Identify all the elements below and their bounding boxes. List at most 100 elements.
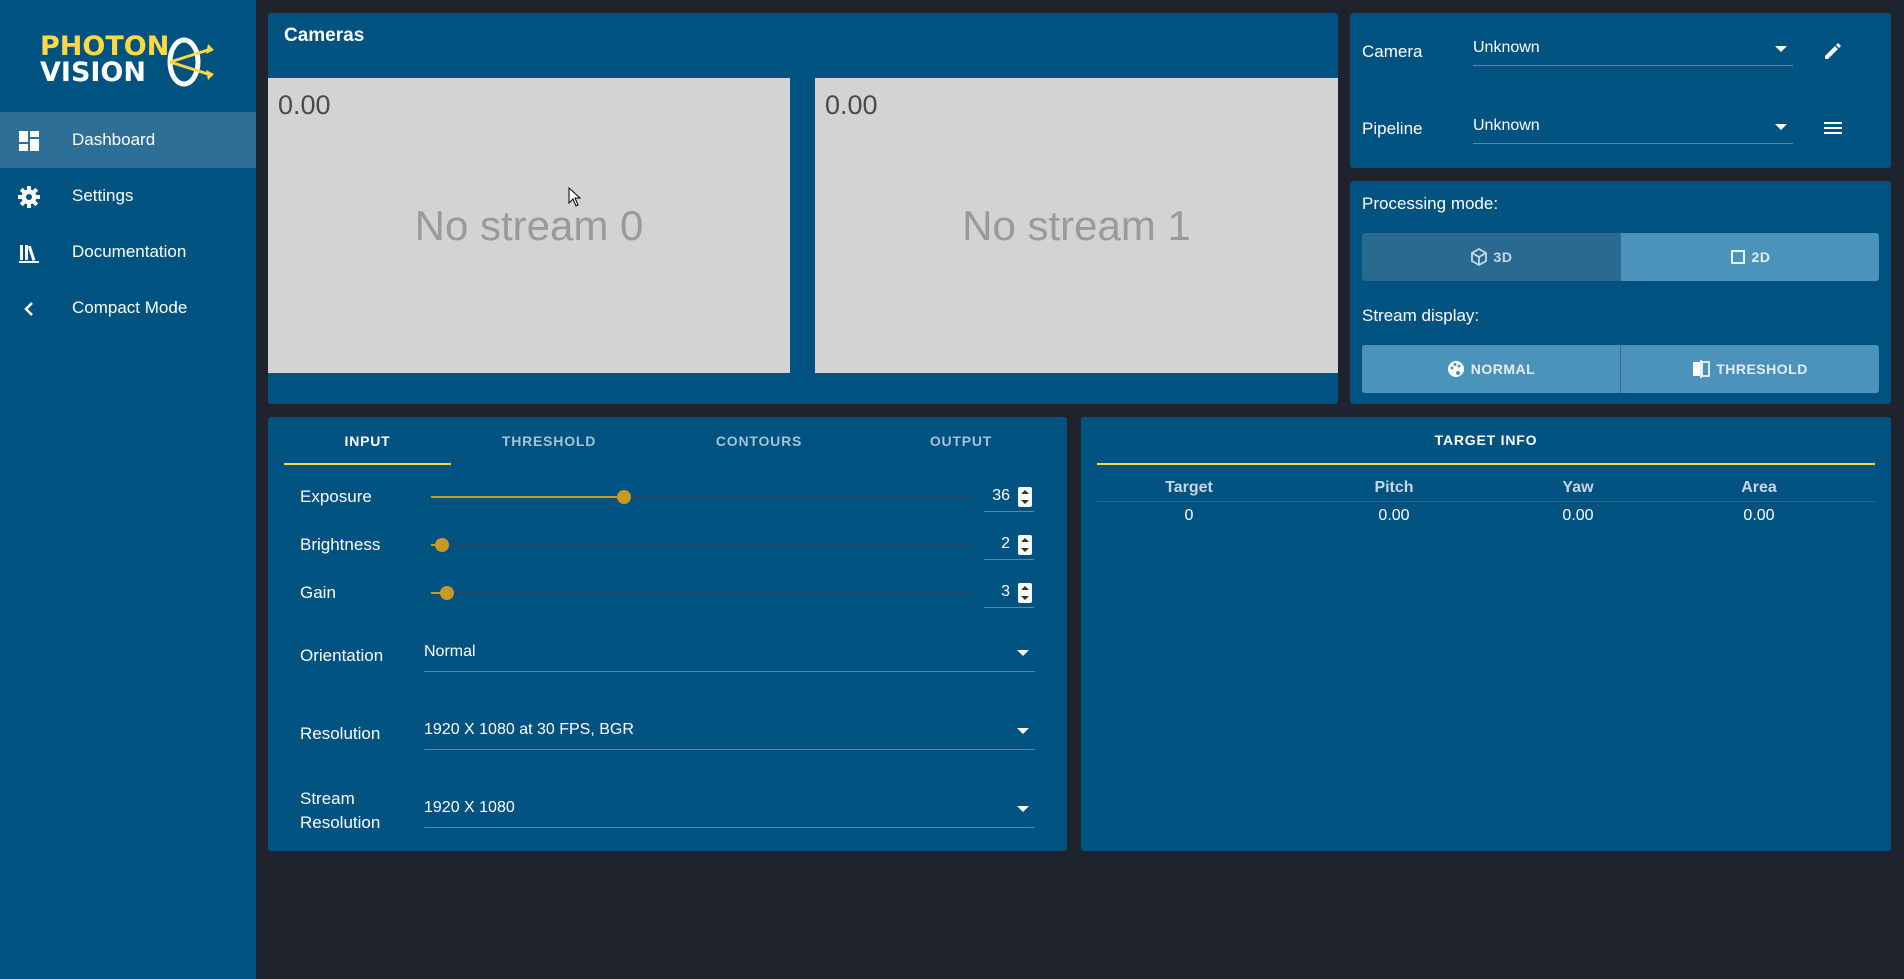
- area-cell: 0.00: [1743, 507, 1775, 524]
- sidebar-item-settings[interactable]: Settings: [0, 168, 256, 224]
- exposure-slider-thumb[interactable]: [617, 490, 632, 504]
- gain-slider-thumb[interactable]: [440, 586, 455, 600]
- sidebar-item-label: Documentation: [72, 242, 187, 261]
- tab-label: INPUT: [344, 433, 391, 449]
- sidebar-item-documentation[interactable]: Documentation: [0, 224, 256, 280]
- yaw-header: Yaw: [1562, 479, 1594, 496]
- sidebar-item-label: Settings: [72, 186, 134, 205]
- stream-resolution-label-line1: Stream: [300, 789, 355, 808]
- pipeline-label: Pipeline: [1362, 119, 1423, 138]
- cameras-panel: Cameras 0.00 No stream 0 0.00 No stream …: [268, 13, 1338, 404]
- camera-select-value: Unknown: [1473, 39, 1540, 56]
- chevron-left-icon: [24, 302, 33, 316]
- exposure-slider[interactable]: [431, 490, 968, 504]
- chevron-down-icon: [1775, 124, 1787, 130]
- stepper-icon[interactable]: [1018, 487, 1032, 507]
- table-header-divider: [1097, 501, 1875, 502]
- sidebar-item-compact-mode[interactable]: Compact Mode: [0, 280, 256, 336]
- stream-resolution-label-line2: Resolution: [300, 813, 381, 832]
- processing-mode-toggle: 3D 2D: [1362, 233, 1879, 281]
- camera-stream-1[interactable]: 0.00 No stream 1: [815, 78, 1338, 373]
- cube-icon: [1470, 248, 1487, 266]
- chevron-down-icon: [1017, 650, 1029, 656]
- logo-text-vision: VISION: [40, 57, 146, 88]
- mode-panel: Processing mode: 3D 2D Stream display: N…: [1350, 181, 1891, 404]
- sidebar: PHOTON VISION Dashboard Settings Documen…: [0, 0, 256, 979]
- area-header: Area: [1741, 479, 1777, 496]
- logo-text-photon: PHOTON: [40, 31, 170, 62]
- menu-icon[interactable]: [1824, 120, 1842, 136]
- tab-input[interactable]: INPUT: [284, 417, 451, 465]
- resolution-label: Resolution: [300, 724, 381, 743]
- active-tab-indicator: [284, 463, 451, 465]
- tab-label: OUTPUT: [929, 433, 993, 449]
- chevron-down-icon: [1775, 46, 1787, 52]
- stepper-icon[interactable]: [1018, 535, 1032, 555]
- stream-fps: 0.00: [278, 90, 331, 120]
- logo-target-icon: [167, 37, 214, 87]
- processing-3d-button[interactable]: 3D: [1362, 233, 1621, 281]
- gain-value: 3: [1001, 583, 1010, 600]
- stream-placeholder: No stream 0: [414, 202, 644, 249]
- pitch-cell: 0.00: [1378, 507, 1410, 524]
- stream-fps: 0.00: [825, 90, 878, 120]
- brightness-input[interactable]: 2: [984, 535, 1034, 560]
- exposure-label: Exposure: [300, 487, 372, 506]
- stream-resolution-select[interactable]: 1920 X 1080: [424, 799, 1035, 828]
- brightness-slider-thumb[interactable]: [434, 538, 449, 552]
- target-info-tab-indicator: [1097, 463, 1875, 465]
- pitch-header: Pitch: [1374, 479, 1414, 496]
- brightness-label: Brightness: [300, 535, 381, 554]
- pipeline-select-value: Unknown: [1473, 117, 1540, 134]
- orientation-value: Normal: [424, 643, 476, 660]
- yaw-cell: 0.00: [1562, 507, 1594, 524]
- stream-threshold-button[interactable]: THRESHOLD: [1621, 345, 1879, 393]
- tab-label: CONTOURS: [715, 433, 803, 449]
- brightness-slider[interactable]: [431, 538, 968, 552]
- processing-2d-button[interactable]: 2D: [1621, 233, 1879, 281]
- tab-label: THRESHOLD: [501, 433, 597, 449]
- pipeline-select[interactable]: Unknown: [1473, 117, 1793, 144]
- camera-label: Camera: [1362, 42, 1423, 61]
- stream-normal-button[interactable]: NORMAL: [1362, 345, 1621, 393]
- sidebar-item-dashboard[interactable]: Dashboard: [0, 112, 256, 168]
- exposure-slider-fill: [431, 496, 625, 498]
- gain-label: Gain: [300, 583, 336, 602]
- stream-normal-label: NORMAL: [1470, 361, 1536, 377]
- stepper-icon[interactable]: [1018, 583, 1032, 603]
- tab-contours[interactable]: CONTOURS: [647, 417, 871, 465]
- sidebar-item-label: Compact Mode: [72, 298, 188, 317]
- mouse-cursor-icon: [568, 187, 582, 207]
- photonvision-logo[interactable]: PHOTON VISION: [38, 30, 218, 90]
- resolution-select[interactable]: 1920 X 1080 at 30 FPS, BGR: [424, 721, 1035, 750]
- stream-display-toggle: NORMAL THRESHOLD: [1362, 345, 1879, 393]
- exposure-input[interactable]: 36: [984, 487, 1034, 512]
- camera-stream-0[interactable]: 0.00 No stream 0: [268, 78, 790, 373]
- orientation-select[interactable]: Normal: [424, 643, 1035, 672]
- orientation-label: Orientation: [300, 646, 384, 665]
- palette-icon: [1447, 361, 1464, 377]
- gain-slider[interactable]: [431, 586, 968, 600]
- tab-threshold[interactable]: THRESHOLD: [451, 417, 647, 465]
- processing-mode-label: Processing mode:: [1362, 194, 1499, 213]
- edit-pencil-icon[interactable]: [1822, 42, 1842, 62]
- chevron-down-icon: [1017, 806, 1029, 812]
- target-info-title[interactable]: TARGET INFO: [1081, 432, 1891, 448]
- square-icon: [1730, 250, 1745, 264]
- pipeline-settings-panel: INPUT THRESHOLD CONTOURS OUTPUT Exposure…: [268, 417, 1067, 851]
- stream-display-label: Stream display:: [1362, 306, 1480, 325]
- chevron-down-icon: [1017, 728, 1029, 734]
- resolution-value: 1920 X 1080 at 30 FPS, BGR: [424, 721, 634, 738]
- target-info-panel: TARGET INFO Target Pitch Yaw Area 0 0.00…: [1081, 417, 1891, 851]
- stream-threshold-label: THRESHOLD: [1716, 361, 1808, 377]
- gear-icon: [18, 186, 40, 208]
- books-icon: [19, 245, 39, 263]
- cameras-title: Cameras: [284, 25, 365, 46]
- dashboard-icon: [19, 131, 39, 151]
- gain-input[interactable]: 3: [984, 583, 1034, 608]
- camera-select[interactable]: Unknown: [1473, 39, 1793, 66]
- processing-2d-label: 2D: [1751, 249, 1771, 265]
- tab-output[interactable]: OUTPUT: [871, 417, 1051, 465]
- processing-3d-label: 3D: [1493, 249, 1513, 265]
- brightness-value: 2: [1001, 535, 1010, 552]
